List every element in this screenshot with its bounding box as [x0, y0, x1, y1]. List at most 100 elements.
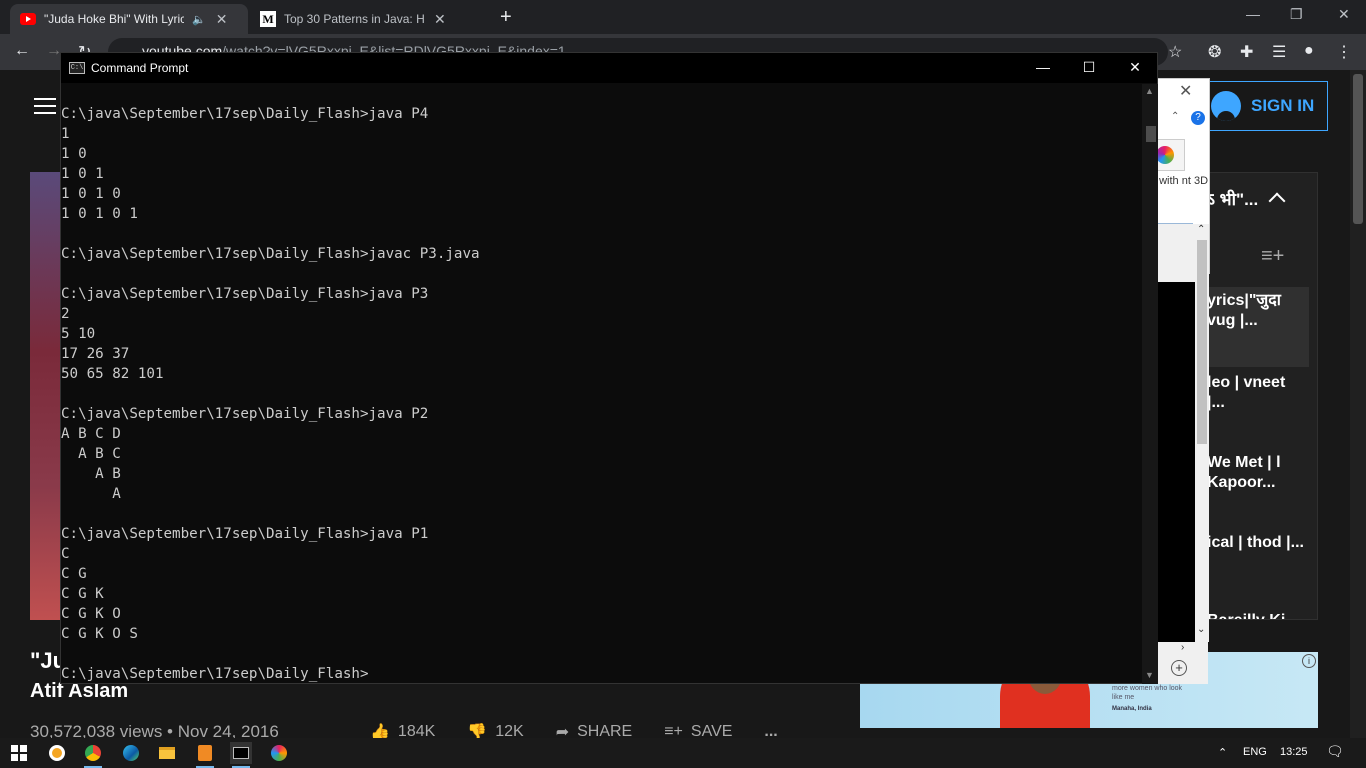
cmd-titlebar[interactable]: C:\ Command Prompt — ☐ ✕: [61, 53, 1157, 83]
cmd-scroll-down-icon[interactable]: ▼: [1145, 670, 1154, 680]
cmd-scrollbar[interactable]: ▲ ▼: [1142, 84, 1158, 684]
console-line: A B C: [61, 446, 121, 462]
tab-youtube[interactable]: "Juda Hoke Bhi" With Lyrics|" 🔈 ✕: [10, 4, 248, 34]
background-window-panel: ⌃ ⌄ › +: [1156, 224, 1209, 684]
scroll-down-arrow-icon[interactable]: ⌄: [1197, 624, 1205, 635]
scrollbar-thumb[interactable]: [1197, 240, 1207, 444]
ad-text: more women who look like me: [1112, 685, 1183, 701]
console-line: A: [61, 486, 121, 502]
collapse-chevron-icon[interactable]: [1268, 192, 1286, 210]
edge-icon[interactable]: [120, 742, 142, 764]
notifications-icon[interactable]: 🗨: [1326, 743, 1344, 760]
tab-medium[interactable]: M Top 30 Patterns in Java: How to P ✕: [250, 4, 488, 34]
close-window-icon[interactable]: ✕: [1338, 6, 1350, 23]
scrollbar-thumb[interactable]: [1353, 74, 1363, 224]
console-line: C:\java\September\17sep\Daily_Flash>: [61, 666, 369, 682]
console-line: 1 0 1: [61, 166, 104, 182]
console-line: C: [61, 546, 70, 562]
video-player[interactable]: [30, 172, 60, 620]
sublime-text-icon[interactable]: [194, 742, 216, 768]
playlist-add-icon[interactable]: ≡+: [1261, 245, 1284, 268]
restore-icon[interactable]: ❐: [1290, 6, 1303, 23]
console-line: 1 0 1 0: [61, 186, 121, 202]
hamburger-menu-icon[interactable]: [34, 98, 56, 114]
scroll-up-arrow-icon[interactable]: ⌃: [1197, 224, 1205, 235]
input-language[interactable]: ENG: [1243, 746, 1267, 758]
close-tab-icon[interactable]: ✕: [216, 11, 228, 28]
page-scrollbar[interactable]: [1350, 70, 1366, 738]
console-line: 1 0: [61, 146, 87, 162]
zoom-plus-icon[interactable]: +: [1171, 660, 1187, 676]
console-line: 1 0 1 0 1: [61, 206, 138, 222]
paint3d-label: t with nt 3D: [1153, 175, 1209, 187]
tray-chevron-icon[interactable]: ⌃: [1218, 746, 1227, 759]
ad-brand: Manaha, India: [1112, 706, 1152, 712]
cmd-title: Command Prompt: [91, 61, 189, 75]
sign-in-label: SIGN IN: [1251, 96, 1315, 115]
console-line: 2: [61, 306, 70, 322]
console-line: 1: [61, 126, 70, 142]
scroll-right-arrow-icon[interactable]: ›: [1181, 642, 1184, 653]
medium-icon: M: [260, 11, 276, 27]
console-line: A B: [61, 466, 121, 482]
playlist-panel: ऽ भी"... ≡+ yrics|"जुदा vug |... leo | v…: [1192, 172, 1318, 620]
console-line: C G: [61, 566, 87, 582]
console-line: C:\java\September\17sep\Daily_Flash>java…: [61, 246, 480, 262]
console-line: 50 65 82 101: [61, 366, 164, 382]
console-line: C G K O S: [61, 626, 138, 642]
console-line: C:\java\September\17sep\Daily_Flash>java…: [61, 526, 429, 542]
windows-start-icon[interactable]: [8, 742, 30, 764]
puzzle-extensions-icon[interactable]: ✚: [1240, 42, 1253, 62]
clock[interactable]: 13:25: [1280, 746, 1308, 758]
cmd-maximize-icon[interactable]: ☐: [1079, 59, 1099, 76]
console-line: A B C D: [61, 426, 121, 442]
minimize-icon[interactable]: —: [1246, 6, 1260, 22]
dark-region: [1157, 282, 1195, 642]
console-line: 5 10: [61, 326, 96, 342]
cmd-close-icon[interactable]: ✕: [1125, 59, 1145, 76]
speaker-icon[interactable]: 🔈: [192, 13, 206, 26]
popup-close-icon[interactable]: ✕: [1179, 81, 1192, 101]
playlist-item[interactable]: ical | thod |...: [1207, 533, 1307, 553]
cmd-minimize-icon[interactable]: —: [1033, 59, 1053, 75]
playlist-item[interactable]: yrics|"जुदा vug |...: [1193, 287, 1309, 367]
windows-taskbar: ⌃ ENG 13:25 🗨: [0, 738, 1366, 768]
side-scrollbar[interactable]: ⌃ ⌄: [1195, 224, 1209, 642]
chrome-icon[interactable]: [82, 742, 104, 768]
bookmark-star-icon[interactable]: ☆: [1168, 42, 1182, 62]
playlist-item[interactable]: We Met | l Kapoor...: [1207, 453, 1307, 493]
cmd-scroll-up-icon[interactable]: ▲: [1145, 86, 1154, 96]
ad-info-icon[interactable]: i: [1302, 654, 1316, 668]
playlist-item[interactable]: leo | vneet |...: [1207, 373, 1307, 413]
cmd-icon: C:\: [69, 62, 85, 74]
extension-icon[interactable]: ❂: [1208, 42, 1221, 62]
command-prompt-window[interactable]: C:\ Command Prompt — ☐ ✕ C:\java\Septemb…: [60, 52, 1158, 684]
help-icon[interactable]: ?: [1191, 111, 1205, 125]
close-tab-icon[interactable]: ✕: [434, 11, 446, 28]
file-explorer-icon[interactable]: [156, 742, 178, 764]
new-tab-icon[interactable]: +: [500, 6, 512, 29]
browser-tabbar: "Juda Hoke Bhi" With Lyrics|" 🔈 ✕ M Top …: [0, 0, 1366, 34]
console-line: 17 26 37: [61, 346, 130, 362]
playlist-title: ऽ भी"...: [1207, 190, 1259, 209]
console-line: C:\java\September\17sep\Daily_Flash>java…: [61, 286, 429, 302]
tab-title: Top 30 Patterns in Java: How to P: [284, 12, 424, 26]
paint3d-taskbar-icon[interactable]: [268, 742, 290, 764]
menu-kebab-icon[interactable]: ⋮: [1336, 42, 1352, 62]
sign-in-button[interactable]: SIGN IN: [1202, 81, 1328, 131]
back-icon[interactable]: ←: [14, 42, 30, 60]
profile-icon[interactable]: ●: [1304, 42, 1314, 60]
playlist-item[interactable]: Bareilly Ki: [1207, 611, 1307, 619]
cmd-console-output[interactable]: C:\java\September\17sep\Daily_Flash>java…: [61, 84, 1141, 684]
popup-caret-icon[interactable]: ⌃: [1171, 111, 1179, 122]
media-queue-icon[interactable]: ☰: [1272, 42, 1286, 62]
cmd-scrollbar-thumb[interactable]: [1146, 126, 1156, 142]
app-icon-circle[interactable]: [46, 742, 68, 764]
console-line: C:\java\September\17sep\Daily_Flash>java…: [61, 406, 429, 422]
cmd-taskbar-icon[interactable]: [230, 742, 252, 768]
